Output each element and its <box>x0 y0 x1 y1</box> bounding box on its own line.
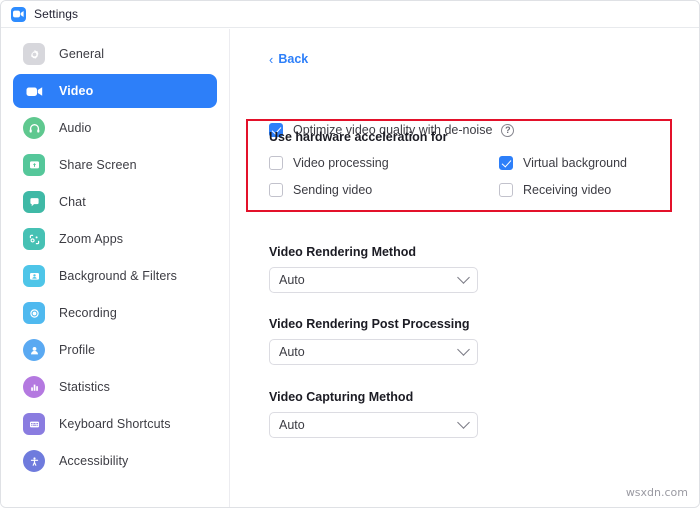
sidebar-item-profile[interactable]: Profile <box>13 333 217 367</box>
hw-checkbox[interactable] <box>269 183 283 197</box>
sidebar-item-label: Recording <box>59 306 117 320</box>
sidebar-item-zoom-apps[interactable]: Zoom Apps <box>13 222 217 256</box>
hw-option-receiving-video[interactable]: Receiving video <box>499 183 659 197</box>
chevron-left-icon: ‹ <box>269 53 273 66</box>
hw-option-label: Receiving video <box>523 183 611 197</box>
sidebar-item-label: Share Screen <box>59 158 137 172</box>
sidebar-item-statistics[interactable]: Statistics <box>13 370 217 404</box>
field-label: Video Capturing Method <box>269 390 478 404</box>
hw-option-virtual-background[interactable]: Virtual background <box>499 156 659 170</box>
sidebar-item-label: Profile <box>59 343 95 357</box>
select-value: Auto <box>279 273 459 287</box>
sidebar-item-background-filters[interactable]: Background & Filters <box>13 259 217 293</box>
sidebar-item-keyboard-shortcuts[interactable]: Keyboard Shortcuts <box>13 407 217 441</box>
sidebar-item-general[interactable]: General <box>13 37 217 71</box>
settings-window: Settings General Video Audio <box>0 0 700 508</box>
corner-watermark: wsxdn.com <box>626 486 688 499</box>
zoom-camera-icon <box>11 7 26 22</box>
field-label: Video Rendering Method <box>269 245 478 259</box>
sidebar-item-recording[interactable]: Recording <box>13 296 217 330</box>
hw-checkbox[interactable] <box>499 156 513 170</box>
hw-option-label: Virtual background <box>523 156 627 170</box>
bar-chart-icon <box>23 376 45 398</box>
keyboard-icon <box>23 413 45 435</box>
sidebar-item-audio[interactable]: Audio <box>13 111 217 145</box>
chevron-down-icon <box>457 343 470 356</box>
video-rendering-method-select[interactable]: Auto <box>269 267 478 293</box>
chevron-down-icon <box>457 416 470 429</box>
gear-icon <box>23 43 45 65</box>
field-label: Video Rendering Post Processing <box>269 317 478 331</box>
hw-option-label: Video processing <box>293 156 389 170</box>
chat-bubble-icon <box>23 191 45 213</box>
headphones-icon <box>23 117 45 139</box>
sidebar-item-label: Statistics <box>59 380 110 394</box>
share-screen-icon <box>23 154 45 176</box>
video-camera-icon <box>23 80 45 102</box>
sidebar-item-label: General <box>59 47 104 61</box>
hw-option-label: Sending video <box>293 183 372 197</box>
sidebar-item-label: Video <box>59 84 93 98</box>
hw-option-sending-video[interactable]: Sending video <box>269 183 499 197</box>
sidebar-item-label: Keyboard Shortcuts <box>59 417 171 431</box>
sidebar-item-chat[interactable]: Chat <box>13 185 217 219</box>
accessibility-icon <box>23 450 45 472</box>
sidebar-item-label: Background & Filters <box>59 269 177 283</box>
sidebar-item-label: Zoom Apps <box>59 232 123 246</box>
chevron-down-icon <box>457 271 470 284</box>
person-icon <box>23 339 45 361</box>
video-rendering-post-processing-group: Video Rendering Post Processing Auto <box>269 317 478 365</box>
hw-checkbox[interactable] <box>269 156 283 170</box>
title-bar: Settings <box>1 1 700 28</box>
sidebar-item-share-screen[interactable]: Share Screen <box>13 148 217 182</box>
sidebar-item-label: Accessibility <box>59 454 128 468</box>
video-capturing-method-select[interactable]: Auto <box>269 412 478 438</box>
sidebar: General Video Audio Share Screen <box>1 29 230 508</box>
video-capturing-method-group: Video Capturing Method Auto <box>269 390 478 438</box>
zoom-apps-icon <box>23 228 45 250</box>
hw-option-video-processing[interactable]: Video processing <box>269 156 499 170</box>
person-frame-icon <box>23 265 45 287</box>
select-value: Auto <box>279 418 459 432</box>
select-value: Auto <box>279 345 459 359</box>
back-button-label: Back <box>278 52 308 66</box>
video-rendering-post-processing-select[interactable]: Auto <box>269 339 478 365</box>
sidebar-item-video[interactable]: Video <box>13 74 217 108</box>
window-title: Settings <box>34 7 78 21</box>
record-circle-icon <box>23 302 45 324</box>
video-rendering-method-group: Video Rendering Method Auto <box>269 245 478 293</box>
sidebar-item-accessibility[interactable]: Accessibility <box>13 444 217 478</box>
sidebar-item-label: Audio <box>59 121 91 135</box>
main-panel: ‹ Back Optimize video quality with de-no… <box>231 29 700 508</box>
back-button[interactable]: ‹ Back <box>269 52 308 66</box>
sidebar-item-label: Chat <box>59 195 86 209</box>
hw-checkbox[interactable] <box>499 183 513 197</box>
hardware-acceleration-title: Use hardware acceleration for <box>269 130 448 144</box>
hardware-acceleration-options: Video processing Virtual background Send… <box>269 156 659 197</box>
